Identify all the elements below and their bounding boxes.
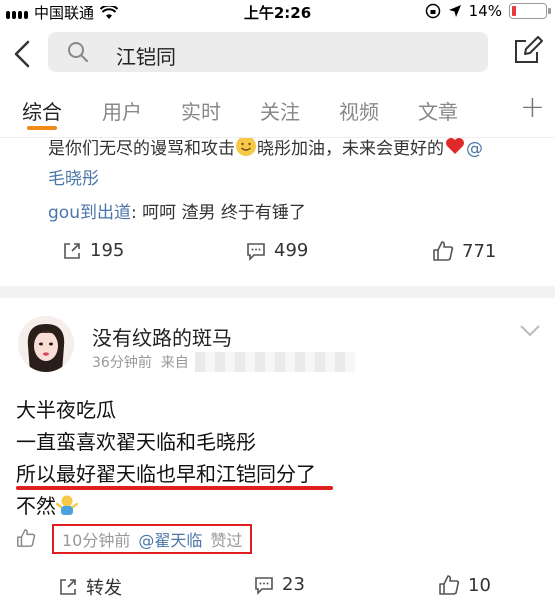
- tab-users[interactable]: 用户: [102, 96, 142, 125]
- liked-by-highlight: 10分钟前 @翟天临 赞过: [52, 524, 253, 554]
- repost-button[interactable]: 转发: [58, 574, 122, 600]
- avatar-image: [18, 316, 74, 372]
- compose-icon[interactable]: [513, 34, 543, 66]
- post-text-line: 大半夜吃瓜: [16, 398, 116, 422]
- thumbs-up-icon: [17, 529, 36, 547]
- heart-icon: [446, 138, 464, 154]
- tab-综合[interactable]: 综合: [22, 96, 62, 125]
- comment-icon: [247, 242, 265, 261]
- tab-video[interactable]: 视频: [339, 96, 379, 125]
- add-tab-icon[interactable]: +: [520, 90, 545, 125]
- smile-emoji-icon: [236, 136, 256, 156]
- post1-mention-link[interactable]: 毛晓彤: [48, 164, 99, 189]
- tab-realtime[interactable]: 实时: [181, 96, 221, 125]
- active-tab-indicator: [27, 126, 57, 130]
- feed-divider: [0, 286, 555, 298]
- comment-icon: [255, 576, 273, 595]
- search-header: 江铠同: [0, 26, 555, 82]
- avatar[interactable]: [18, 316, 74, 372]
- share-icon: [64, 242, 80, 259]
- comment-button[interactable]: 499: [246, 240, 308, 261]
- search-icon: [68, 42, 88, 62]
- post-meta: 36分钟前 来自: [92, 355, 189, 371]
- shrug-emoji-icon: [56, 495, 78, 515]
- comment-button[interactable]: 23: [254, 574, 305, 595]
- search-input[interactable]: 江铠同: [48, 32, 488, 72]
- blurred-source: [195, 352, 355, 372]
- status-bar: 中国联通 上午2:26 14%: [0, 0, 555, 24]
- post-text-line: 不然: [16, 490, 78, 519]
- liker-mention-link[interactable]: @翟天临: [138, 527, 202, 551]
- orientation-lock-icon: [425, 3, 440, 19]
- post1-hot-comment: gou到出道: 呵呵 渣男 终于有锤了: [48, 198, 306, 223]
- thumbs-up-icon: [439, 575, 460, 595]
- post1-actions: 195 499 771: [0, 240, 555, 280]
- repost-button[interactable]: 195: [62, 240, 124, 261]
- post2-actions: 转发 23 10: [0, 574, 555, 610]
- post-author[interactable]: 没有纹路的斑马: [92, 322, 232, 351]
- chevron-down-icon[interactable]: [519, 324, 541, 338]
- battery-percent: 14%: [468, 2, 502, 20]
- back-arrow-icon[interactable]: [8, 36, 36, 72]
- like-button[interactable]: 771: [432, 240, 496, 262]
- like-button[interactable]: 10: [438, 574, 491, 596]
- tab-articles[interactable]: 文章: [418, 96, 458, 125]
- search-query: 江铠同: [116, 45, 176, 69]
- share-icon: [60, 579, 76, 595]
- post-text-line: 一直蛮喜欢翟天临和毛晓彤: [16, 430, 256, 454]
- tab-bar: 综合 用户 实时 关注 视频 文章 +: [0, 82, 555, 138]
- liked-by-row: 10分钟前 @翟天临 赞过: [16, 524, 536, 560]
- comment-user-link[interactable]: gou到出道: [48, 203, 131, 223]
- comment-text: : 呵呵 渣男 终于有锤了: [130, 203, 306, 223]
- tab-following[interactable]: 关注: [260, 96, 300, 125]
- thumbs-up-icon: [433, 241, 454, 261]
- post-text-line: 所以最好翟天临也早和江铠同分了: [16, 462, 316, 486]
- location-icon: [448, 5, 461, 17]
- battery-icon: [509, 3, 551, 19]
